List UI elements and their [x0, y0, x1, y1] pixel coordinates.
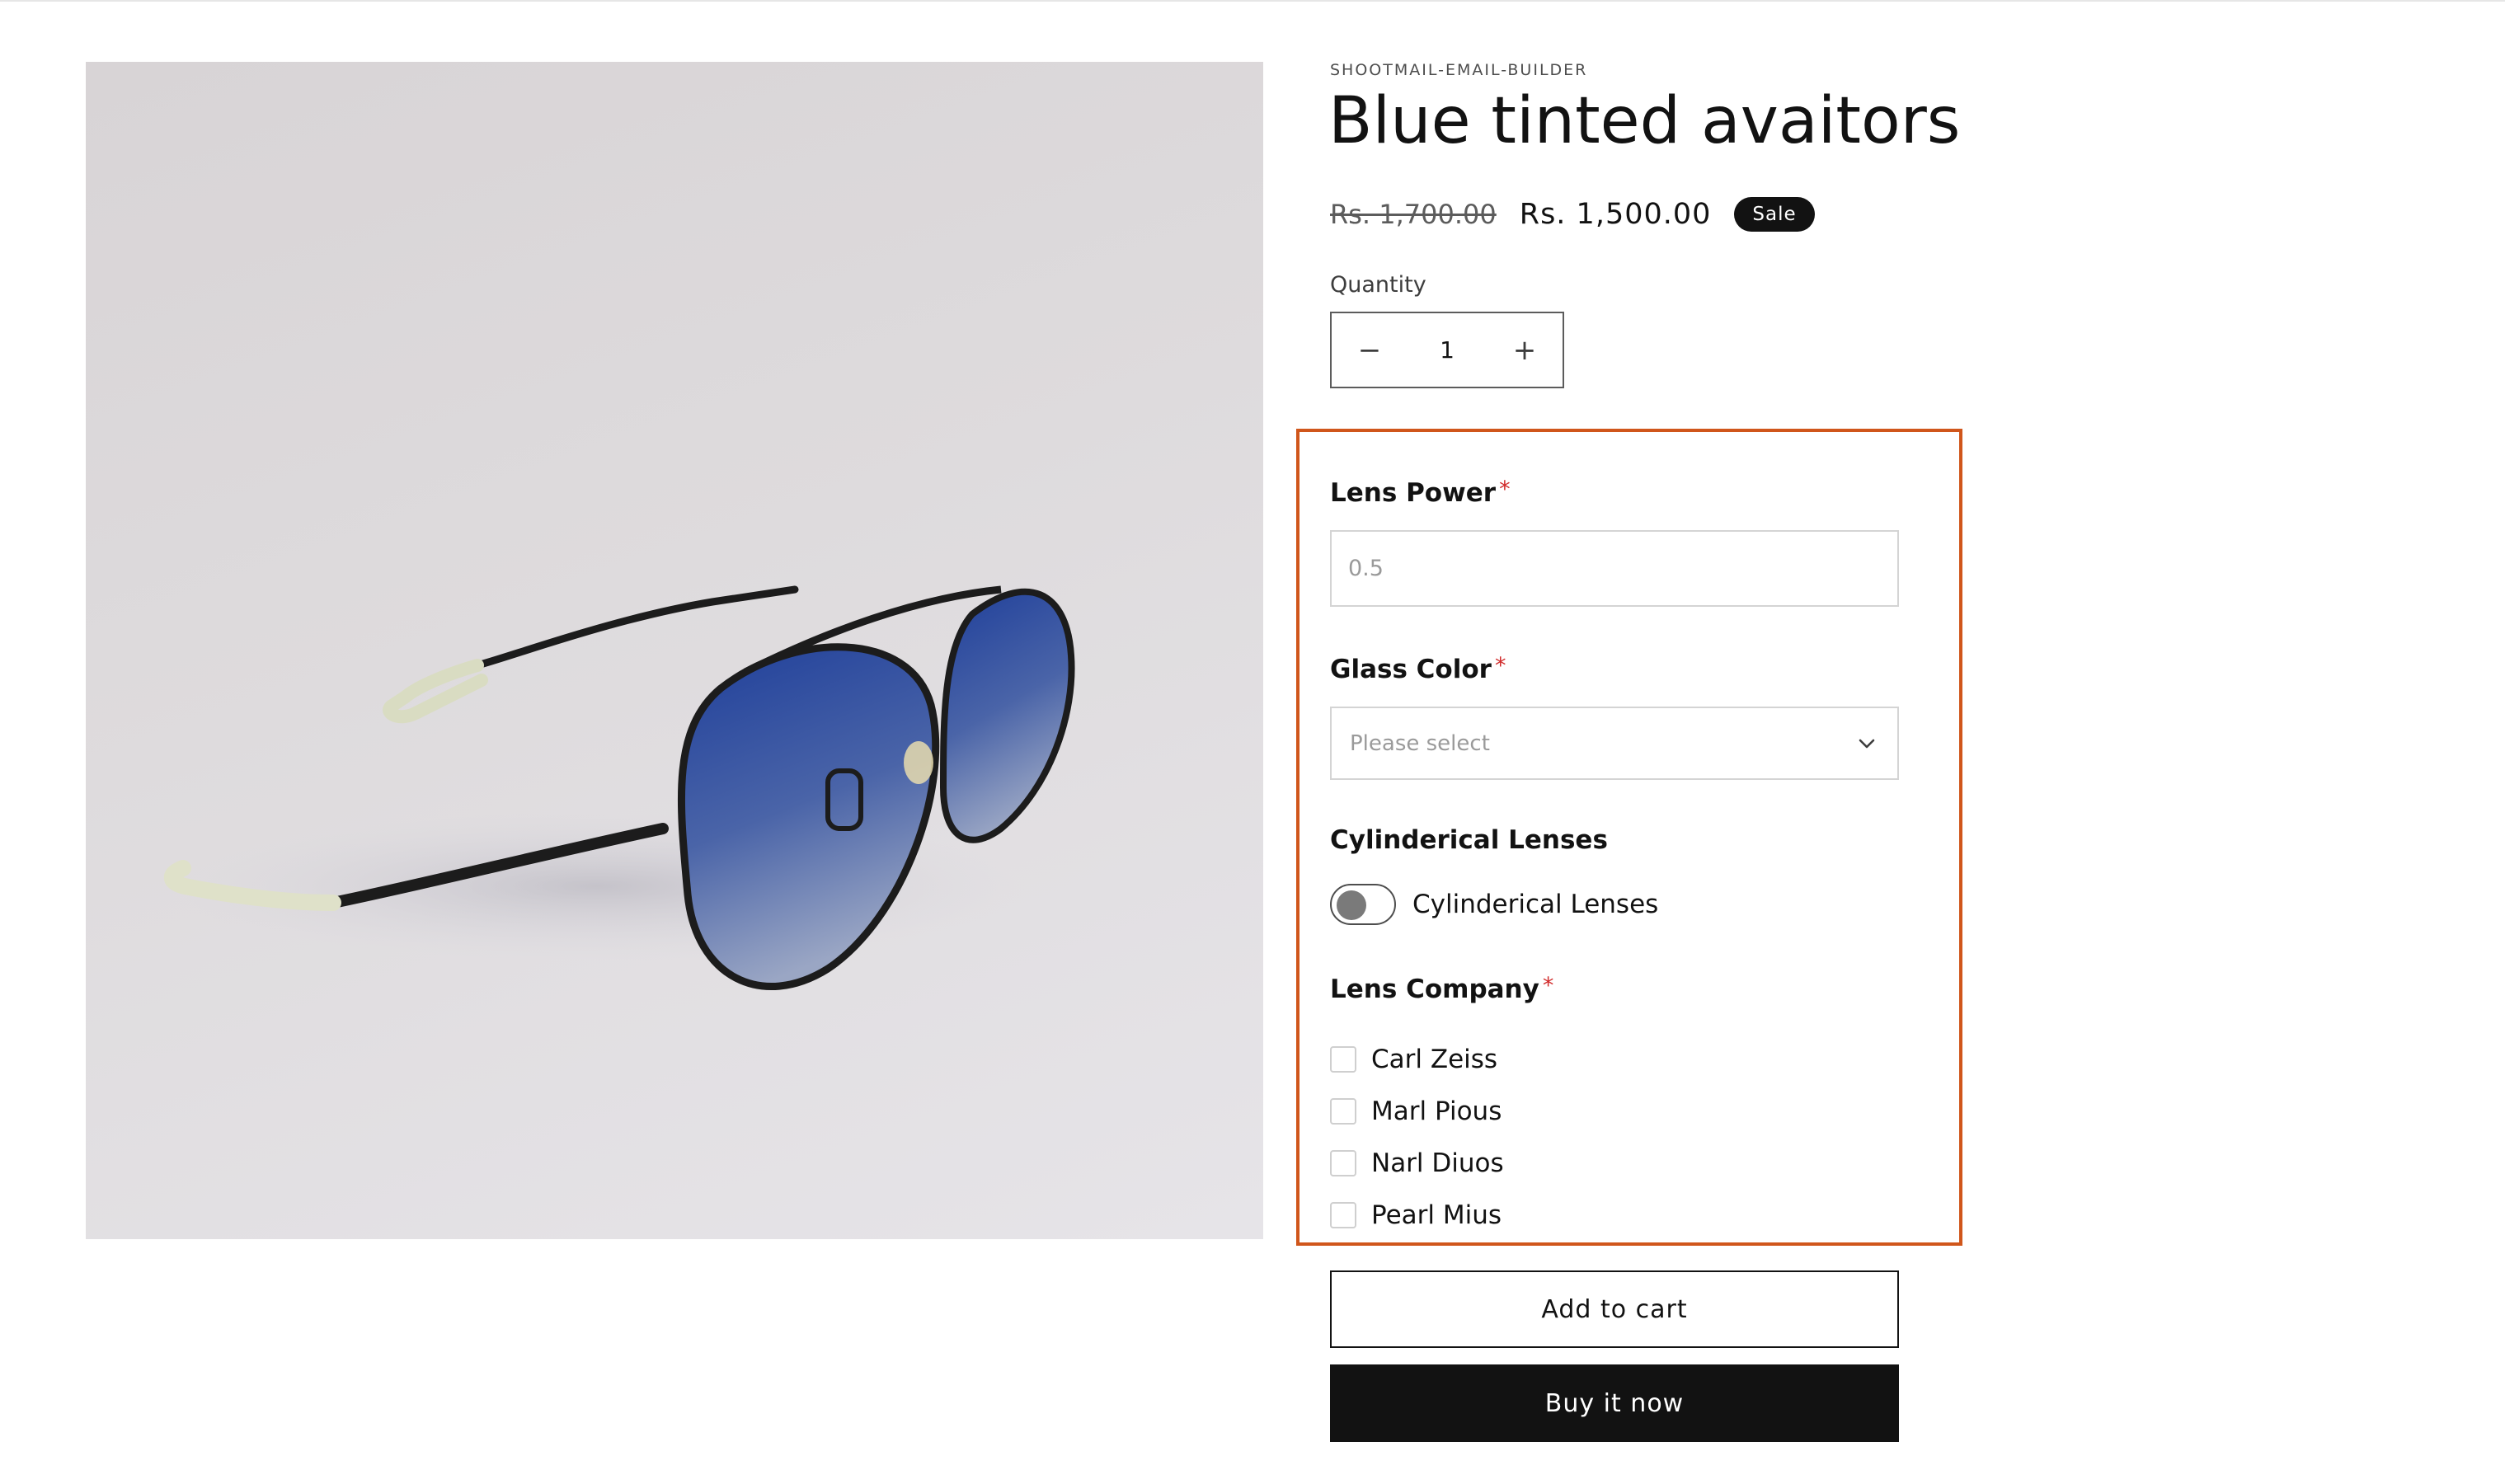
- lens-company-option[interactable]: Narl Diuos: [1330, 1137, 1504, 1189]
- compare-at-price: Rs. 1,700.00: [1330, 199, 1497, 230]
- checkbox[interactable]: [1330, 1149, 1356, 1176]
- cylinderical-lenses-toggle-label[interactable]: Cylinderical Lenses: [1412, 890, 1658, 919]
- checkbox[interactable]: [1330, 1097, 1356, 1125]
- lens-company-option-label[interactable]: Narl Diuos: [1371, 1148, 1504, 1178]
- quantity-increase-button[interactable]: +: [1487, 313, 1563, 387]
- product-vendor: SHOOTMAIL-EMAIL-BUILDER: [1330, 61, 1588, 79]
- required-asterisk: *: [1499, 477, 1511, 502]
- chevron-down-icon: [1859, 739, 1875, 748]
- price-row: Rs. 1,700.00 Rs. 1,500.00 Sale: [1330, 191, 1815, 237]
- cylinderical-lenses-row: Cylinderical Lenses: [1330, 884, 1658, 925]
- lens-power-input[interactable]: [1330, 530, 1899, 607]
- lens-power-label: Lens Power *: [1330, 477, 1511, 508]
- sunglasses-illustration: [164, 585, 1075, 991]
- lens-company-option[interactable]: Pearl Mius: [1330, 1189, 1504, 1241]
- toggle-knob: [1337, 890, 1366, 920]
- glass-color-label-text: Glass Color: [1330, 655, 1492, 684]
- lens-company-option-label[interactable]: Pearl Mius: [1371, 1200, 1502, 1230]
- checkbox[interactable]: [1330, 1045, 1356, 1073]
- quantity-label: Quantity: [1330, 272, 1426, 298]
- lens-company-checkbox-list: Carl Zeiss Marl Pious Narl Diuos Pearl M…: [1330, 1033, 1504, 1241]
- quantity-decrease-button[interactable]: −: [1332, 313, 1408, 387]
- add-to-cart-button[interactable]: Add to cart: [1330, 1270, 1899, 1348]
- lens-company-option-label[interactable]: Carl Zeiss: [1371, 1045, 1497, 1074]
- glass-color-select[interactable]: Please select: [1330, 707, 1899, 780]
- cylinderical-lenses-label: Cylinderical Lenses: [1330, 825, 1608, 855]
- lens-company-option[interactable]: Marl Pious: [1330, 1085, 1504, 1137]
- lens-company-option[interactable]: Carl Zeiss: [1330, 1033, 1504, 1085]
- glass-color-select-value: Please select: [1350, 730, 1490, 756]
- checkbox[interactable]: [1330, 1201, 1356, 1228]
- product-title: Blue tinted avaitors: [1328, 84, 1961, 158]
- sale-badge: Sale: [1734, 197, 1815, 232]
- sale-price: Rs. 1,500.00: [1519, 198, 1712, 231]
- required-asterisk: *: [1542, 973, 1554, 998]
- cylinderical-lenses-toggle[interactable]: [1330, 884, 1396, 925]
- quantity-input[interactable]: 1: [1440, 336, 1455, 364]
- required-asterisk: *: [1494, 653, 1506, 679]
- lens-company-label: Lens Company *: [1330, 973, 1553, 1004]
- quantity-stepper: − 1 +: [1330, 312, 1564, 388]
- buy-now-button[interactable]: Buy it now: [1330, 1364, 1899, 1442]
- header-divider: [0, 0, 2505, 2]
- lens-company-option-label[interactable]: Marl Pious: [1371, 1097, 1502, 1126]
- glass-color-label: Glass Color *: [1330, 653, 1506, 684]
- lens-power-label-text: Lens Power: [1330, 478, 1497, 508]
- lens-company-label-text: Lens Company: [1330, 974, 1539, 1004]
- product-image[interactable]: [86, 62, 1263, 1239]
